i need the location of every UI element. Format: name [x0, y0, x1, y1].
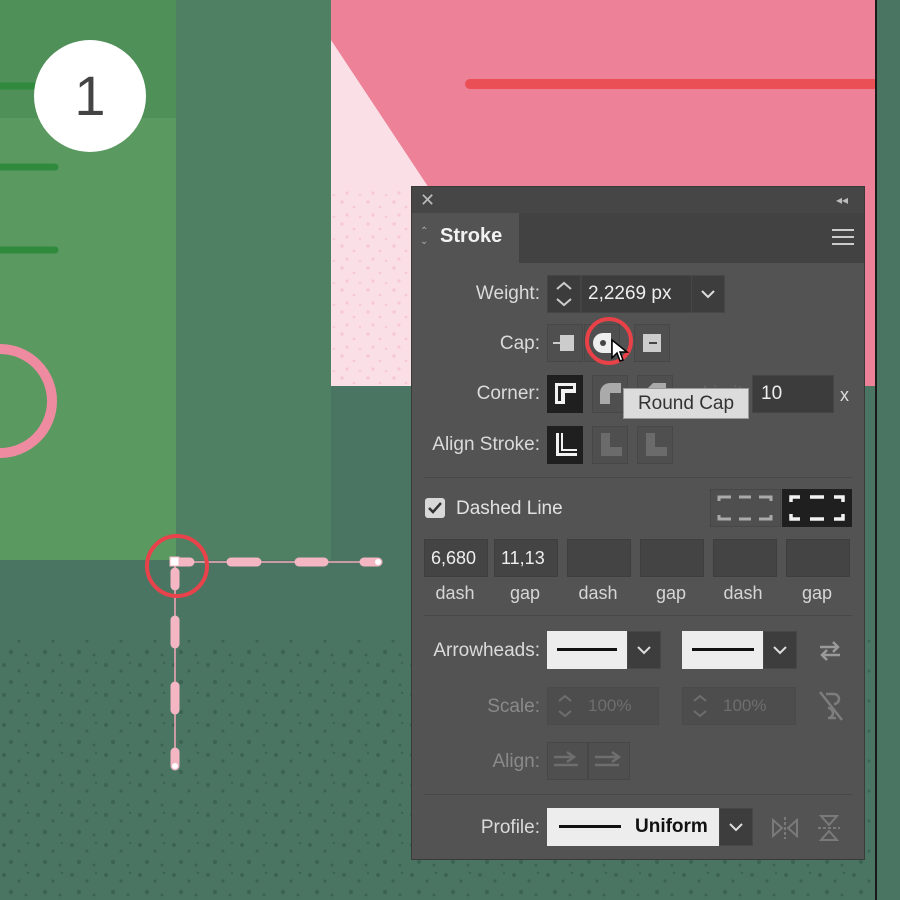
corner-label: Corner: [476, 383, 540, 404]
gap-3-input[interactable] [786, 539, 850, 577]
flip-across-icon[interactable] [816, 813, 842, 843]
gap-2-input[interactable] [640, 539, 704, 577]
arrow-align-beyond-icon [554, 750, 578, 767]
dash-1-label: dash [435, 583, 475, 603]
align-dashes-to-corners-button[interactable] [782, 489, 852, 527]
align-center-button[interactable] [547, 426, 583, 464]
dash-3-label: dash [723, 583, 763, 603]
end-arrowhead-dropdown[interactable] [682, 631, 764, 669]
gap-2-label: gap [655, 583, 687, 603]
dashed-line-label: Dashed Line [456, 498, 563, 519]
limit-value: 10 [761, 383, 783, 404]
arrow-align-end-icon [595, 750, 622, 767]
swap-arrowheads-icon[interactable] [816, 639, 844, 663]
butt-cap-icon [553, 335, 574, 351]
divider [424, 794, 852, 795]
start-scale-stepper[interactable]: 100% [547, 687, 659, 725]
dashed-line-checkbox[interactable] [425, 498, 445, 518]
flip-along-icon[interactable] [770, 815, 800, 841]
end-scale-value: 100% [723, 696, 767, 715]
round-cap-tooltip: Round Cap [623, 388, 749, 419]
profile-value: Uniform [635, 816, 708, 837]
mouse-cursor-icon [611, 338, 630, 362]
arrow-tip-at-end-button[interactable] [588, 742, 630, 780]
dash-1-input[interactable]: 6,680 [424, 539, 488, 577]
tab-reorder-icon: ⌃ ⌄ [420, 226, 429, 247]
end-arrowhead-chevron[interactable] [763, 631, 797, 669]
start-arrowhead-chevron[interactable] [627, 631, 661, 669]
chevron-down-icon [729, 823, 743, 832]
cap-label: Cap: [499, 333, 540, 354]
arrow-tip-beyond-button[interactable] [547, 742, 588, 780]
align-inside-button[interactable] [592, 426, 628, 464]
chevron-down-icon [701, 290, 715, 299]
divider [424, 477, 852, 478]
close-icon[interactable]: ✕ [420, 189, 440, 211]
miter-join-button[interactable] [547, 375, 583, 413]
align-label: Align: [492, 751, 540, 772]
start-scale-value: 100% [588, 696, 632, 715]
weight-label: Weight: [475, 283, 540, 304]
tab-stroke[interactable]: ⌃ ⌄ Stroke [412, 213, 519, 263]
scale-label: Scale: [487, 696, 540, 717]
tooltip-text: Round Cap [637, 393, 735, 414]
align-outside-button[interactable] [637, 426, 673, 464]
align-stroke-inside-icon [601, 433, 622, 456]
limit-input[interactable]: 10 [752, 375, 834, 413]
align-stroke-outside-icon [646, 433, 667, 456]
profile-label: Profile: [480, 817, 540, 838]
profile-dropdown[interactable]: Uniform [547, 808, 719, 846]
miter-join-icon [555, 383, 576, 404]
dash-3-input[interactable] [713, 539, 777, 577]
step-badge: 1 [34, 40, 146, 152]
arrowheads-label: Arrowheads: [433, 640, 540, 661]
gap-1-label: gap [509, 583, 541, 603]
gap-1-input[interactable]: 11,13 [494, 539, 558, 577]
start-arrowhead-dropdown[interactable] [547, 631, 627, 669]
collapse-panel-icon[interactable]: ◂◂ [836, 189, 858, 211]
profile-chevron[interactable] [719, 808, 753, 846]
divider [424, 615, 852, 616]
weight-input[interactable]: 2,2269 px [581, 275, 693, 313]
tab-stroke-label: Stroke [440, 225, 503, 247]
preserve-dash-lengths-button[interactable] [710, 489, 781, 527]
weight-stepper[interactable] [547, 275, 581, 313]
align-stroke-center-icon [556, 433, 577, 456]
projecting-cap-button[interactable] [634, 324, 670, 362]
limit-suffix: x [840, 385, 849, 405]
checkmark-icon [428, 502, 442, 514]
chevron-down-icon [773, 646, 787, 655]
round-join-icon [600, 383, 621, 404]
dash-align-corners-icon [789, 495, 845, 521]
butt-cap-button[interactable] [547, 324, 583, 362]
dash-2-label: dash [578, 583, 618, 603]
unlink-scale-icon[interactable] [816, 690, 846, 722]
stroke-panel: ✕ ◂◂ ⌃ ⌄ Stroke Weight: 2,2269 px Cap: Co… [411, 186, 865, 860]
weight-value: 2,2269 px [588, 283, 672, 304]
panel-tab-row: ⌃ ⌄ Stroke [412, 213, 864, 263]
gap-3-label: gap [801, 583, 833, 603]
panel-title-bar: ✕ ◂◂ [412, 187, 864, 213]
dash-2-input[interactable] [567, 539, 631, 577]
chevron-down-icon [637, 646, 651, 655]
dash-exact-icon [717, 495, 773, 521]
projecting-cap-icon [643, 334, 661, 352]
step-number: 1 [74, 64, 106, 127]
end-scale-stepper[interactable]: 100% [682, 687, 796, 725]
panel-menu-icon[interactable] [832, 229, 854, 245]
align-stroke-label: Align Stroke: [432, 434, 540, 455]
weight-dropdown[interactable] [691, 275, 725, 313]
